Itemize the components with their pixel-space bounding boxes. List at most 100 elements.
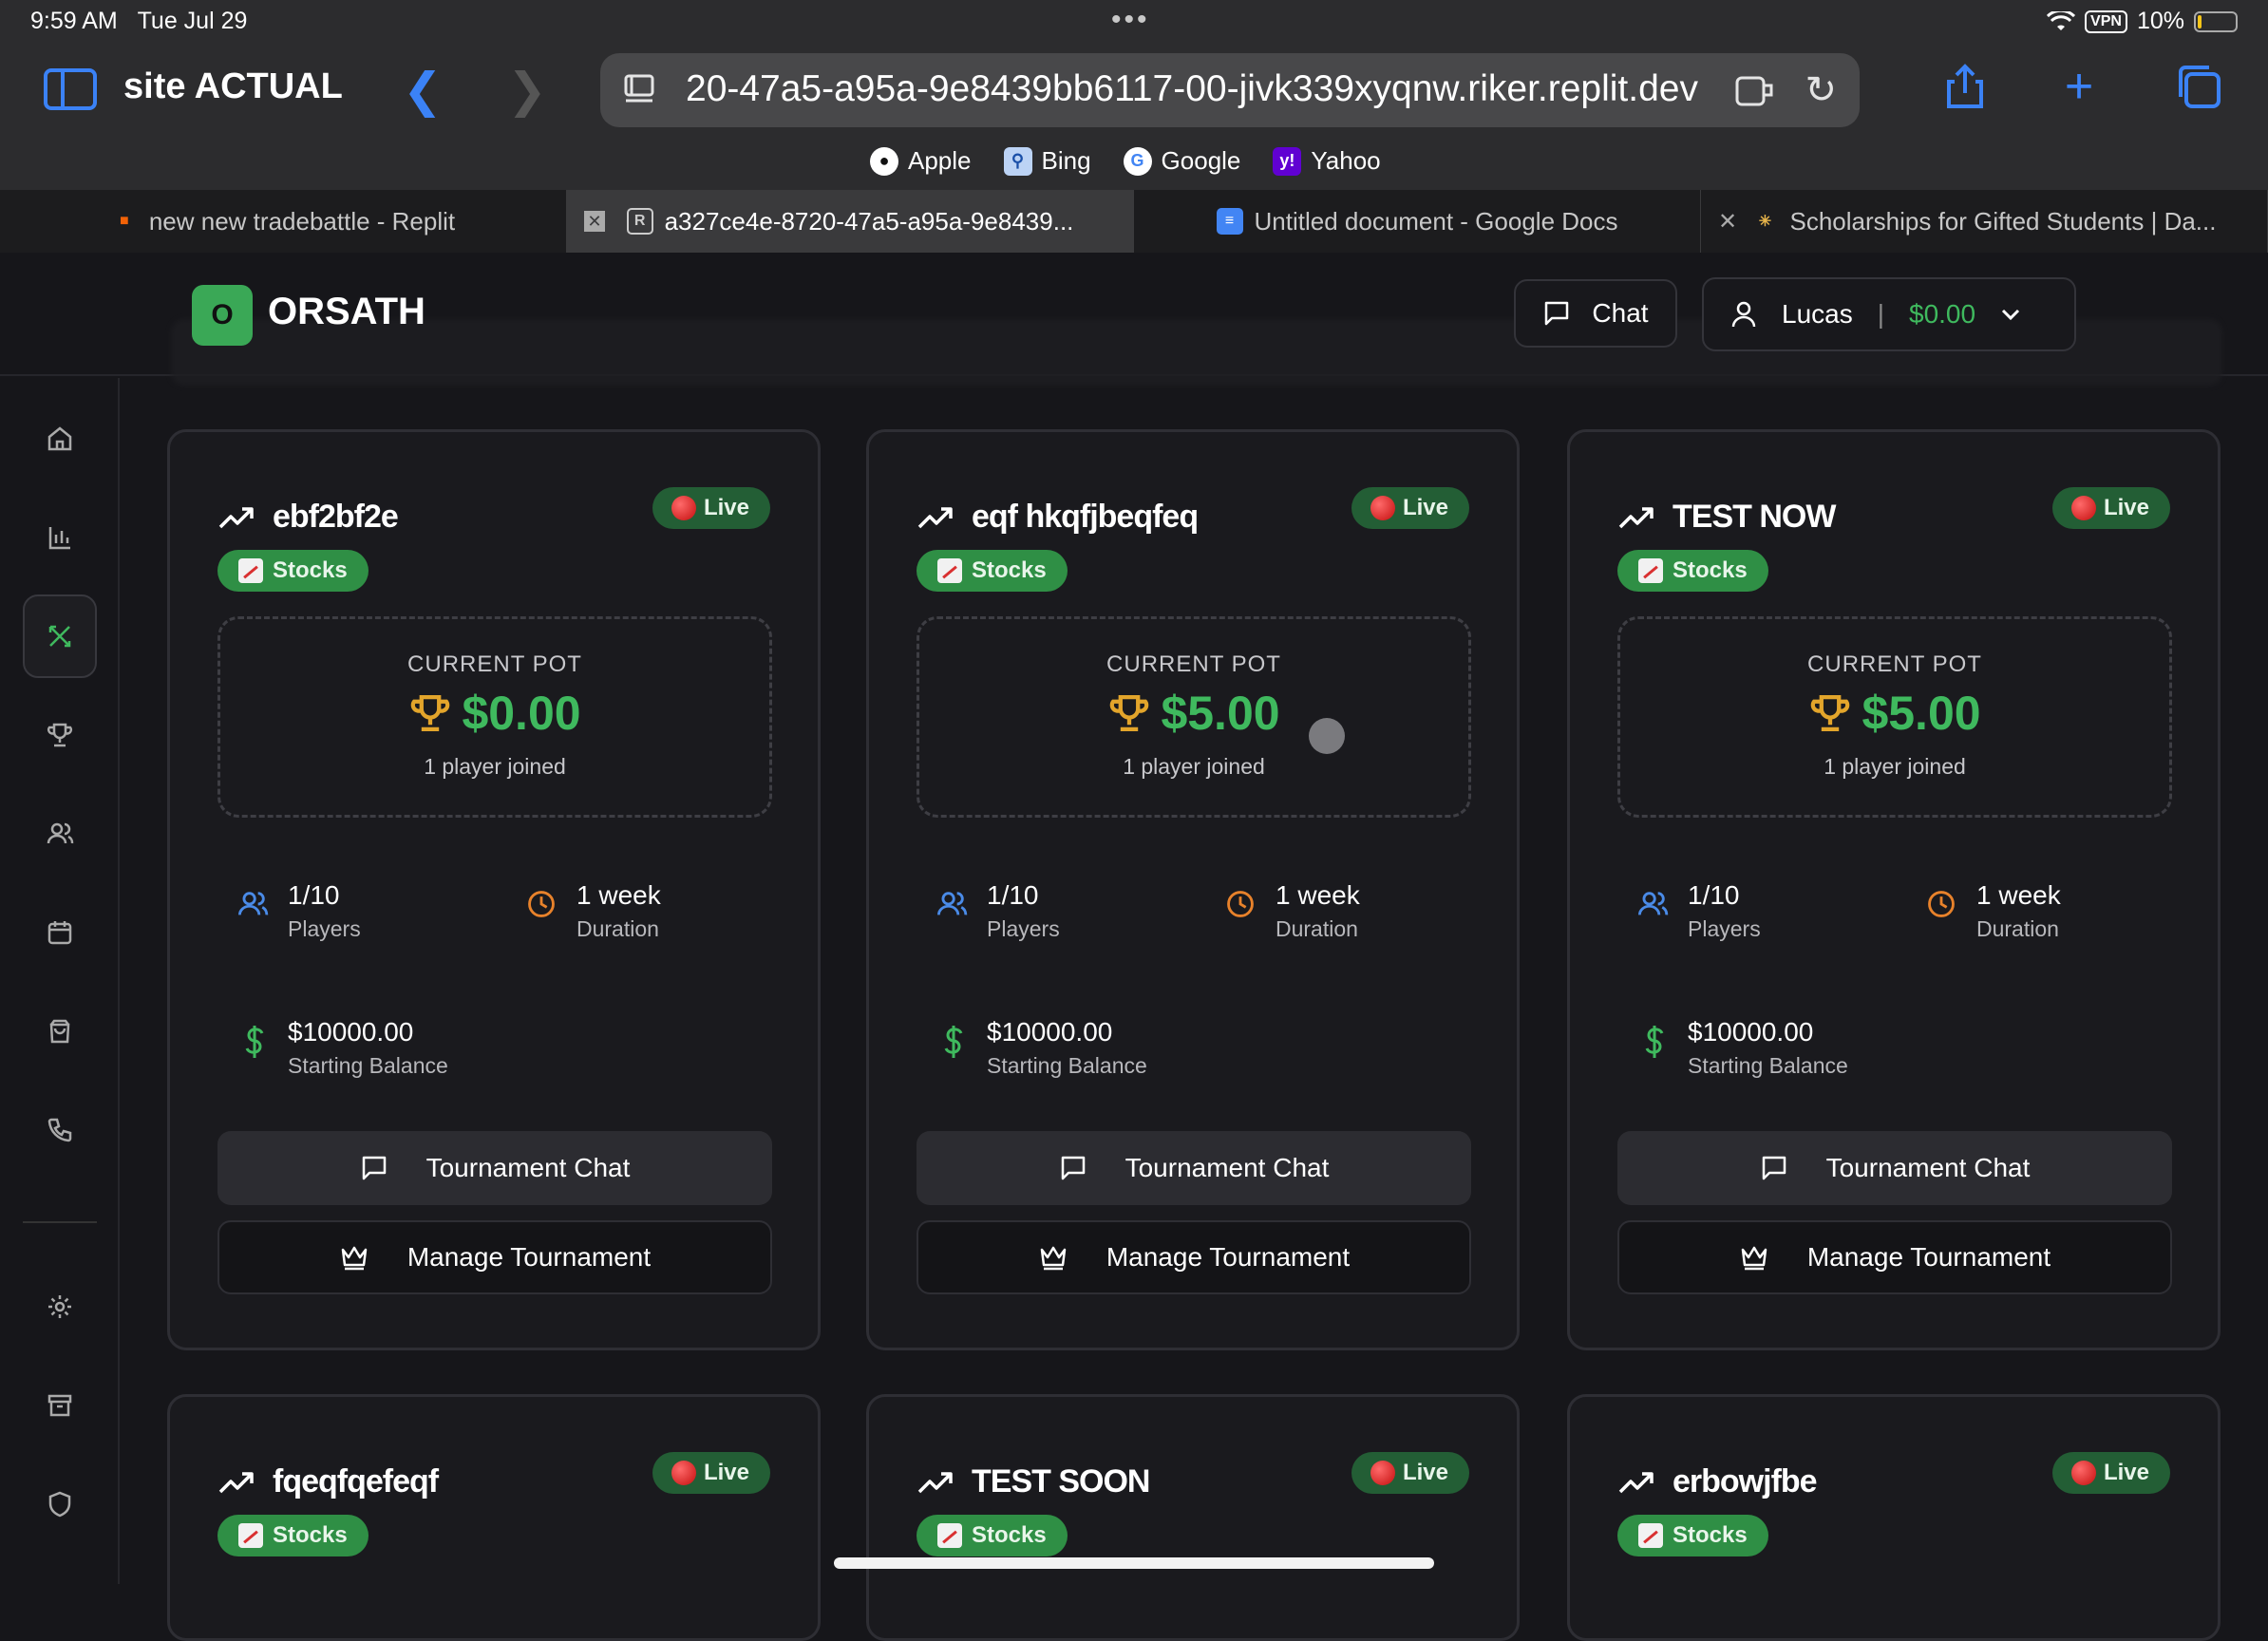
tournament-title[interactable]: erbowjfbe [1617, 1463, 1818, 1500]
trending-up-icon [917, 506, 953, 528]
logo-text[interactable]: ORSATH [268, 291, 425, 333]
pot-label: CURRENT POT [407, 651, 582, 677]
crown-icon [1040, 1246, 1067, 1271]
r-icon: R [626, 208, 653, 235]
tab-overview-icon[interactable] [2175, 63, 2222, 110]
users-icon [47, 822, 74, 844]
gear-icon [48, 1295, 71, 1318]
browser-tab[interactable]: ■ new new tradebattle - Replit [0, 190, 567, 253]
sidebar-item-shop[interactable] [23, 990, 97, 1073]
crown-icon [341, 1246, 368, 1271]
sidebar-item-calendar[interactable] [23, 891, 97, 974]
logo-badge[interactable]: O [192, 285, 253, 346]
tournament-title[interactable]: fqeqfqefeqf [217, 1463, 439, 1500]
tournament-title[interactable]: TEST NOW [1617, 499, 1836, 536]
clock-icon [1227, 891, 1254, 917]
battery-percent: 10% [2136, 8, 2184, 34]
tournament-card: erbowjfbe Live Stocks [1567, 1394, 2221, 1641]
page-menu-icon[interactable] [623, 72, 657, 106]
touch-indicator [1309, 718, 1345, 754]
manage-tournament-button[interactable]: Manage Tournament [917, 1220, 1471, 1294]
tournament-chat-button[interactable]: Tournament Chat [1617, 1131, 2172, 1205]
chart-increasing-icon [238, 1523, 263, 1548]
tournament-title[interactable]: TEST SOON [917, 1463, 1150, 1500]
players-stat: 1/10 Players [936, 880, 1060, 942]
home-indicator[interactable] [834, 1557, 1434, 1569]
bing-icon: ⚲ [1003, 146, 1032, 176]
tournament-card: TEST NOW Live Stocks CURRENT POT $5.00 1… [1567, 429, 2221, 1350]
trending-up-icon [1618, 506, 1654, 528]
balance-stat: $10000.00 Starting Balance [240, 1017, 448, 1079]
vpn-badge: VPN [2085, 9, 2127, 33]
red-circle-icon [1370, 496, 1395, 520]
sidebar-item-home[interactable] [23, 397, 97, 481]
manage-tournament-button[interactable]: Manage Tournament [217, 1220, 772, 1294]
tournament-chat-button[interactable]: Tournament Chat [917, 1131, 1471, 1205]
sidebar-item-tournaments[interactable] [23, 693, 97, 777]
home-icon [47, 426, 72, 451]
trophy-icon [1811, 694, 1850, 732]
chevron-down-icon [2002, 309, 2020, 321]
yahoo-icon: y! [1273, 146, 1302, 176]
trending-up-icon [218, 1471, 254, 1493]
trophy-icon [47, 723, 73, 747]
close-tab-icon[interactable]: ✕ [584, 211, 605, 232]
multitask-dots-icon[interactable]: ••• [1111, 4, 1150, 36]
clock-icon [1928, 891, 1955, 917]
sidebar-item-security[interactable] [23, 1462, 97, 1546]
new-tab-icon[interactable]: + [2055, 62, 2103, 111]
sidebar-item-contact[interactable] [23, 1088, 97, 1172]
sidebar-item-settings[interactable] [23, 1265, 97, 1349]
pot-value: $5.00 [919, 686, 1468, 741]
tournament-title[interactable]: ebf2bf2e [217, 499, 399, 536]
live-badge: Live [1351, 487, 1469, 529]
dollar-icon [245, 1026, 264, 1058]
tournament-title[interactable]: eqf hkqfjbeqfeq [917, 499, 1199, 536]
sidebar-item-battles[interactable] [23, 594, 97, 678]
category-badge: Stocks [917, 550, 1068, 592]
user-menu-button[interactable]: Lucas | $0.00 [1702, 277, 2076, 351]
red-circle-icon [1370, 1461, 1395, 1485]
browser-tab-active[interactable]: ✕ Ra327ce4e-8720-47a5-a95a-9e8439... [567, 190, 1134, 253]
live-badge: Live [652, 1452, 770, 1494]
forward-button[interactable]: ❯ [507, 63, 547, 118]
favorite-google[interactable]: G Google [1123, 146, 1240, 176]
sidebar-divider [23, 1221, 97, 1223]
reload-icon[interactable]: ↻ [1805, 68, 1837, 112]
tab-group-name[interactable]: site ACTUAL [123, 66, 343, 107]
duration-stat: 1 week Duration [525, 880, 661, 942]
address-bar[interactable]: 20-47a5-a95a-9e8439bb6117-00-jivk339xyqn… [600, 53, 1860, 127]
manage-tournament-button[interactable]: Manage Tournament [1617, 1220, 2172, 1294]
players-joined: 1 player joined [1824, 754, 1966, 779]
chat-button[interactable]: Chat [1514, 279, 1677, 348]
sidebar-item-stats[interactable] [23, 496, 97, 579]
browser-tab[interactable]: ≡ Untitled document - Google Docs [1134, 190, 1701, 253]
close-tab-icon[interactable]: ✕ [1718, 208, 1737, 236]
apple-icon: ● [870, 146, 898, 176]
favorite-yahoo[interactable]: y! Yahoo [1273, 146, 1381, 176]
google-docs-icon: ≡ [1216, 208, 1243, 235]
balance-stat: $10000.00 Starting Balance [1640, 1017, 1848, 1079]
red-circle-icon [2070, 496, 2096, 520]
favorite-bing[interactable]: ⚲ Bing [1003, 146, 1091, 176]
category-badge: Stocks [217, 550, 369, 592]
users-icon [1637, 892, 1669, 915]
sidebar-item-archive[interactable] [23, 1364, 97, 1447]
replit-icon: ■ [120, 213, 129, 229]
url-text: 20-47a5-a95a-9e8439bb6117-00-jivk339xyqn… [686, 68, 1698, 109]
users-icon [936, 892, 968, 915]
sidebar-toggle-icon[interactable] [44, 68, 97, 110]
duration-stat: 1 week Duration [1224, 880, 1360, 942]
tournament-name: erbowjfbe [1673, 1463, 1818, 1500]
extension-icon[interactable] [1734, 72, 1776, 108]
phone-icon [47, 1118, 72, 1142]
tournament-name: fqeqfqefeqf [273, 1463, 439, 1500]
sidebar-item-users[interactable] [23, 792, 97, 876]
share-icon[interactable] [1941, 63, 1989, 110]
browser-tab[interactable]: ✕ ✳ Scholarships for Gifted Students | Da.… [1701, 190, 2268, 253]
status-time: 9:59 AM Tue Jul 29 [30, 8, 248, 34]
tournament-chat-button[interactable]: Tournament Chat [217, 1131, 772, 1205]
live-badge: Live [1351, 1452, 1469, 1494]
back-button[interactable]: ❮ [403, 63, 443, 118]
favorite-apple[interactable]: ● Apple [870, 146, 972, 176]
